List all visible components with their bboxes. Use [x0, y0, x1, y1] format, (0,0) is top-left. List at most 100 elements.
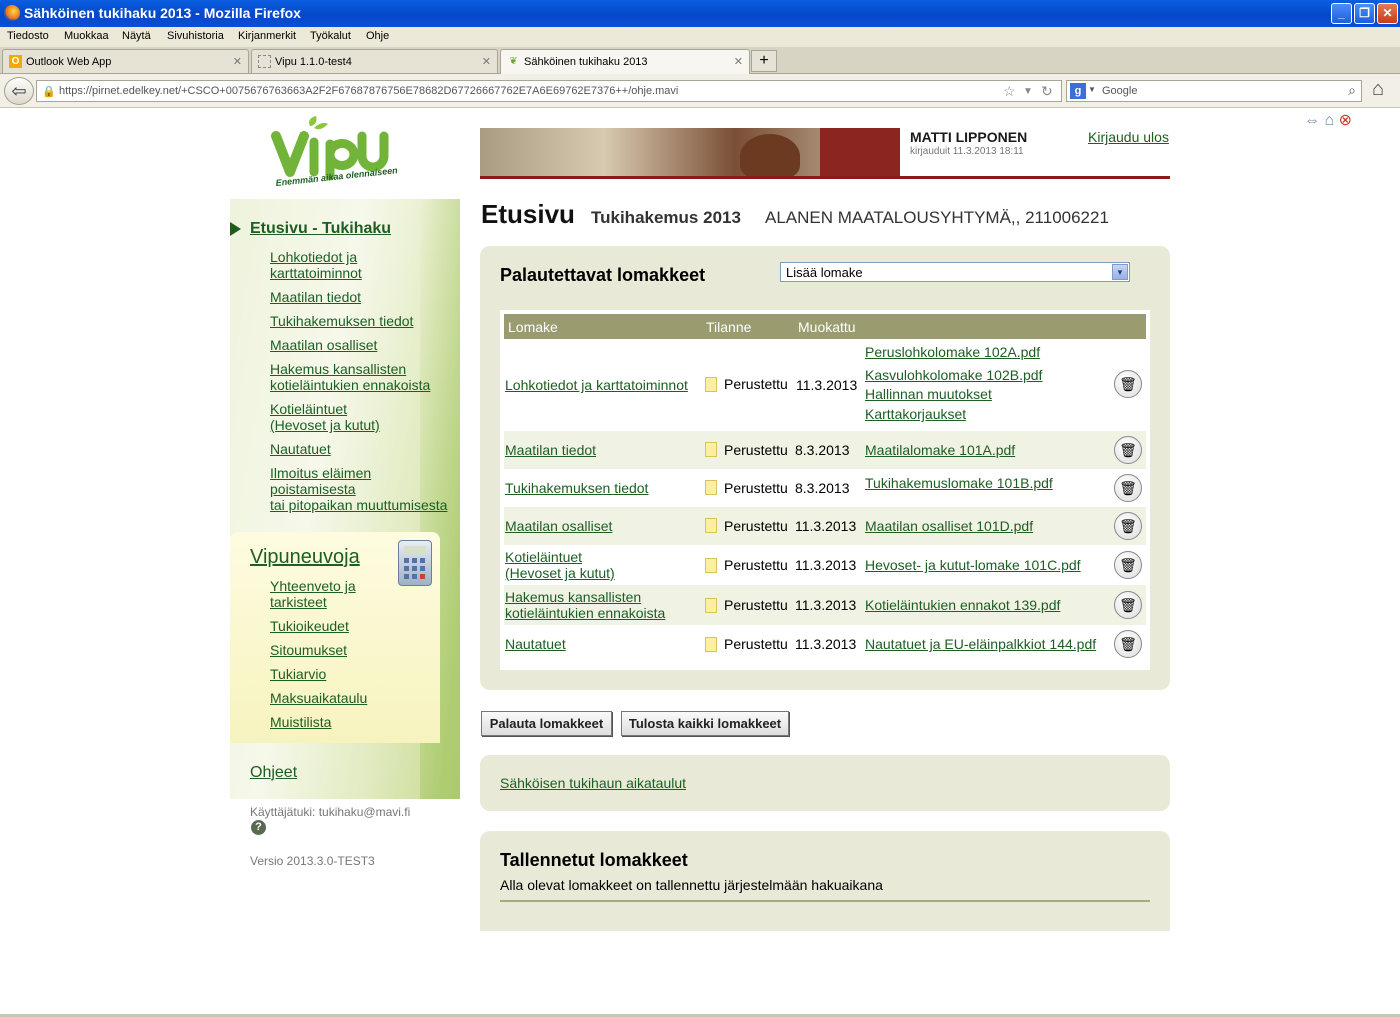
cow-image	[740, 134, 800, 176]
history-dropdown-icon[interactable]: ▼	[1023, 86, 1033, 97]
menu-kirjanmerkit[interactable]: Kirjanmerkit	[238, 30, 296, 42]
maximize-button[interactable]: ❐	[1354, 3, 1375, 24]
back-button[interactable]: ⇦	[4, 77, 34, 105]
pdf-link[interactable]: Hallinnan muutokset	[865, 386, 992, 402]
tools-item-tukiarvio[interactable]: Tukiarvio	[270, 666, 326, 682]
form-link[interactable]: Nautatuet	[505, 636, 566, 652]
minimize-button[interactable]: _	[1331, 3, 1352, 24]
table-row: Kotieläintuet (Hevoset ja kutut) Perustet…	[504, 545, 1146, 585]
menu-muokkaa[interactable]: Muokkaa	[64, 30, 109, 42]
outlook-icon: O	[9, 55, 22, 68]
tab-tukihaku[interactable]: ❦ Sähköinen tukihaku 2013 ✕	[500, 49, 750, 75]
version-text: Versio 2013.3.0-TEST3	[250, 854, 375, 868]
engine-dropdown-icon[interactable]: ▼	[1088, 85, 1096, 94]
close-tab-icon[interactable]: ✕	[233, 55, 242, 68]
active-arrow-icon	[230, 222, 241, 236]
trash-icon[interactable]: 🗑	[1114, 436, 1142, 464]
form-link[interactable]: Lohkotiedot ja karttatoiminnot	[505, 377, 688, 393]
close-tab-icon[interactable]: ✕	[482, 55, 491, 68]
menu-sivuhistoria[interactable]: Sivuhistoria	[167, 30, 224, 42]
menu-tyokalut[interactable]: Työkalut	[310, 30, 351, 42]
trash-icon[interactable]: 🗑	[1114, 551, 1142, 579]
new-tab-button[interactable]: +	[751, 50, 777, 72]
help-icon[interactable]: ?	[251, 820, 266, 835]
schedule-link[interactable]: Sähköisen tukihaun aikataulut	[500, 775, 686, 791]
tab-outlook[interactable]: O Outlook Web App ✕	[2, 49, 249, 73]
sidebar-item-tukihakemuksen-tiedot[interactable]: Tukihakemuksen tiedot	[270, 313, 413, 329]
pdf-link[interactable]: Karttakorjaukset	[865, 406, 966, 422]
form-link[interactable]: Maatilan tiedot	[505, 442, 596, 458]
pdf-link[interactable]: Peruslohkolomake 102A.pdf	[865, 344, 1040, 360]
pdf-link[interactable]: Kasvulohkolomake 102B.pdf	[865, 367, 1042, 383]
document-icon	[705, 558, 717, 573]
page-subtitle: Tukihakemus 2013	[591, 208, 741, 227]
tools-item-yhteenveto[interactable]: Yhteenveto ja tarkisteet	[270, 578, 356, 610]
menu-ohje[interactable]: Ohje	[366, 30, 389, 42]
document-icon	[705, 598, 717, 613]
pdf-link[interactable]: Maatilan osalliset 101D.pdf	[865, 518, 1033, 534]
sidebar-item-kotielaintuet[interactable]: Kotieläintuet (Hevoset ja kutut)	[270, 401, 380, 433]
add-form-select[interactable]: Lisää lomake ▼	[780, 262, 1130, 282]
trash-icon[interactable]: 🗑	[1114, 512, 1142, 540]
close-page-icon[interactable]: ⊗	[1339, 112, 1352, 129]
return-forms-button[interactable]: Palauta lomakkeet	[481, 711, 612, 736]
form-link[interactable]: Tukihakemuksen tiedot	[505, 480, 648, 496]
form-link[interactable]: Hakemus kansallisten kotieläintukien enna…	[505, 589, 665, 621]
search-input[interactable]: g ▼ Google ⌕	[1066, 80, 1362, 102]
link-line: Kotieläintuet	[270, 401, 348, 417]
vipu-logo[interactable]: Enemmän aikaa olennaiseen	[270, 116, 430, 196]
google-icon[interactable]: g	[1070, 83, 1086, 99]
forms-panel-title: Palautettavat lomakkeet	[500, 265, 706, 285]
home-icon[interactable]: ⌂	[1372, 78, 1384, 101]
home-page-icon[interactable]: ⌂	[1324, 112, 1334, 129]
sidebar-item-etusivu[interactable]: Etusivu - Tukihaku	[250, 220, 391, 238]
barn-image	[820, 128, 900, 176]
chevron-down-icon[interactable]: ▼	[1112, 264, 1128, 280]
menu-tiedosto[interactable]: Tiedosto	[7, 30, 49, 42]
pdf-link[interactable]: Maatilalomake 101A.pdf	[865, 442, 1015, 458]
link-line: Hakemus kansallisten	[270, 361, 407, 377]
tools-item-maksuaikataulu[interactable]: Maksuaikataulu	[270, 690, 367, 706]
tools-item-sitoumukset[interactable]: Sitoumukset	[270, 642, 347, 658]
lock-icon[interactable]: 🔒	[42, 85, 56, 98]
tab-vipu[interactable]: Vipu 1.1.0-test4 ✕	[251, 49, 498, 73]
close-tab-icon[interactable]: ✕	[734, 55, 743, 68]
sidebar-item-maatilan-tiedot[interactable]: Maatilan tiedot	[270, 289, 361, 305]
help-link[interactable]: Ohjeet	[250, 764, 297, 782]
saved-forms-panel: Tallennetut lomakkeet Alla olevat lomakk…	[480, 831, 1170, 931]
window-titlebar: Sähköinen tukihaku 2013 - Mozilla Firefo…	[0, 0, 1400, 27]
form-link[interactable]: Kotieläintuet (Hevoset ja kutut)	[505, 549, 615, 581]
navigate-icon[interactable]: ⇔	[1304, 112, 1320, 129]
trash-icon[interactable]: 🗑	[1114, 630, 1142, 658]
pdf-link[interactable]: Kotieläintukien ennakot 139.pdf	[865, 597, 1060, 613]
form-link[interactable]: Maatilan osalliset	[505, 518, 612, 534]
sidebar-item-hakemus-kansallisten[interactable]: Hakemus kansallisten kotieläintukien enna…	[270, 361, 430, 393]
pdf-link[interactable]: Tukihakemuslomake 101B.pdf	[865, 475, 1053, 491]
table-row: Maatilan tiedot Perustettu 8.3.2013 Maat…	[504, 431, 1146, 469]
sidebar-item-maatilan-osalliset[interactable]: Maatilan osalliset	[270, 337, 377, 353]
tools-item-tukioikeudet[interactable]: Tukioikeudet	[270, 618, 349, 634]
trash-icon[interactable]: 🗑	[1114, 370, 1142, 398]
reload-icon[interactable]: ↻	[1041, 83, 1053, 100]
search-icon[interactable]: ⌕	[1348, 82, 1356, 99]
calculator-icon	[398, 540, 432, 586]
form-status: Perustettu	[724, 376, 788, 392]
sidebar-item-nautatuet[interactable]: Nautatuet	[270, 441, 331, 457]
menu-nayta[interactable]: Näytä	[122, 30, 151, 42]
pdf-link[interactable]: Hevoset- ja kutut-lomake 101C.pdf	[865, 557, 1081, 573]
tools-item-muistilista[interactable]: Muistilista	[270, 714, 331, 730]
close-window-button[interactable]: ✕	[1377, 3, 1398, 24]
url-bar[interactable]: 🔒 https://pirnet.edelkey.net/+CSCO+00756…	[36, 80, 1062, 102]
trash-icon[interactable]: 🗑	[1114, 591, 1142, 619]
logout-link[interactable]: Kirjaudu ulos	[1088, 129, 1169, 145]
print-all-button[interactable]: Tulosta kaikki lomakkeet	[621, 711, 789, 736]
navigation-bar: ⇦ 🔒 https://pirnet.edelkey.net/+CSCO+007…	[0, 74, 1400, 108]
sidebar-item-lohkotiedot[interactable]: Lohkotiedot ja karttatoiminnot	[270, 249, 362, 281]
table-row: Lohkotiedot ja karttatoiminnot Perustett…	[504, 339, 1146, 431]
star-icon[interactable]: ☆	[1003, 83, 1016, 100]
trash-icon[interactable]: 🗑	[1114, 474, 1142, 502]
sidebar-item-ilmoitus[interactable]: Ilmoitus eläimen poistamisesta tai pitopai…	[270, 465, 447, 513]
pdf-link[interactable]: Nautatuet ja EU-eläinpalkkiot 144.pdf	[865, 636, 1096, 652]
link-line: kotieläintukien ennakoista	[270, 377, 431, 393]
tools-title[interactable]: Vipuneuvoja	[250, 546, 360, 569]
